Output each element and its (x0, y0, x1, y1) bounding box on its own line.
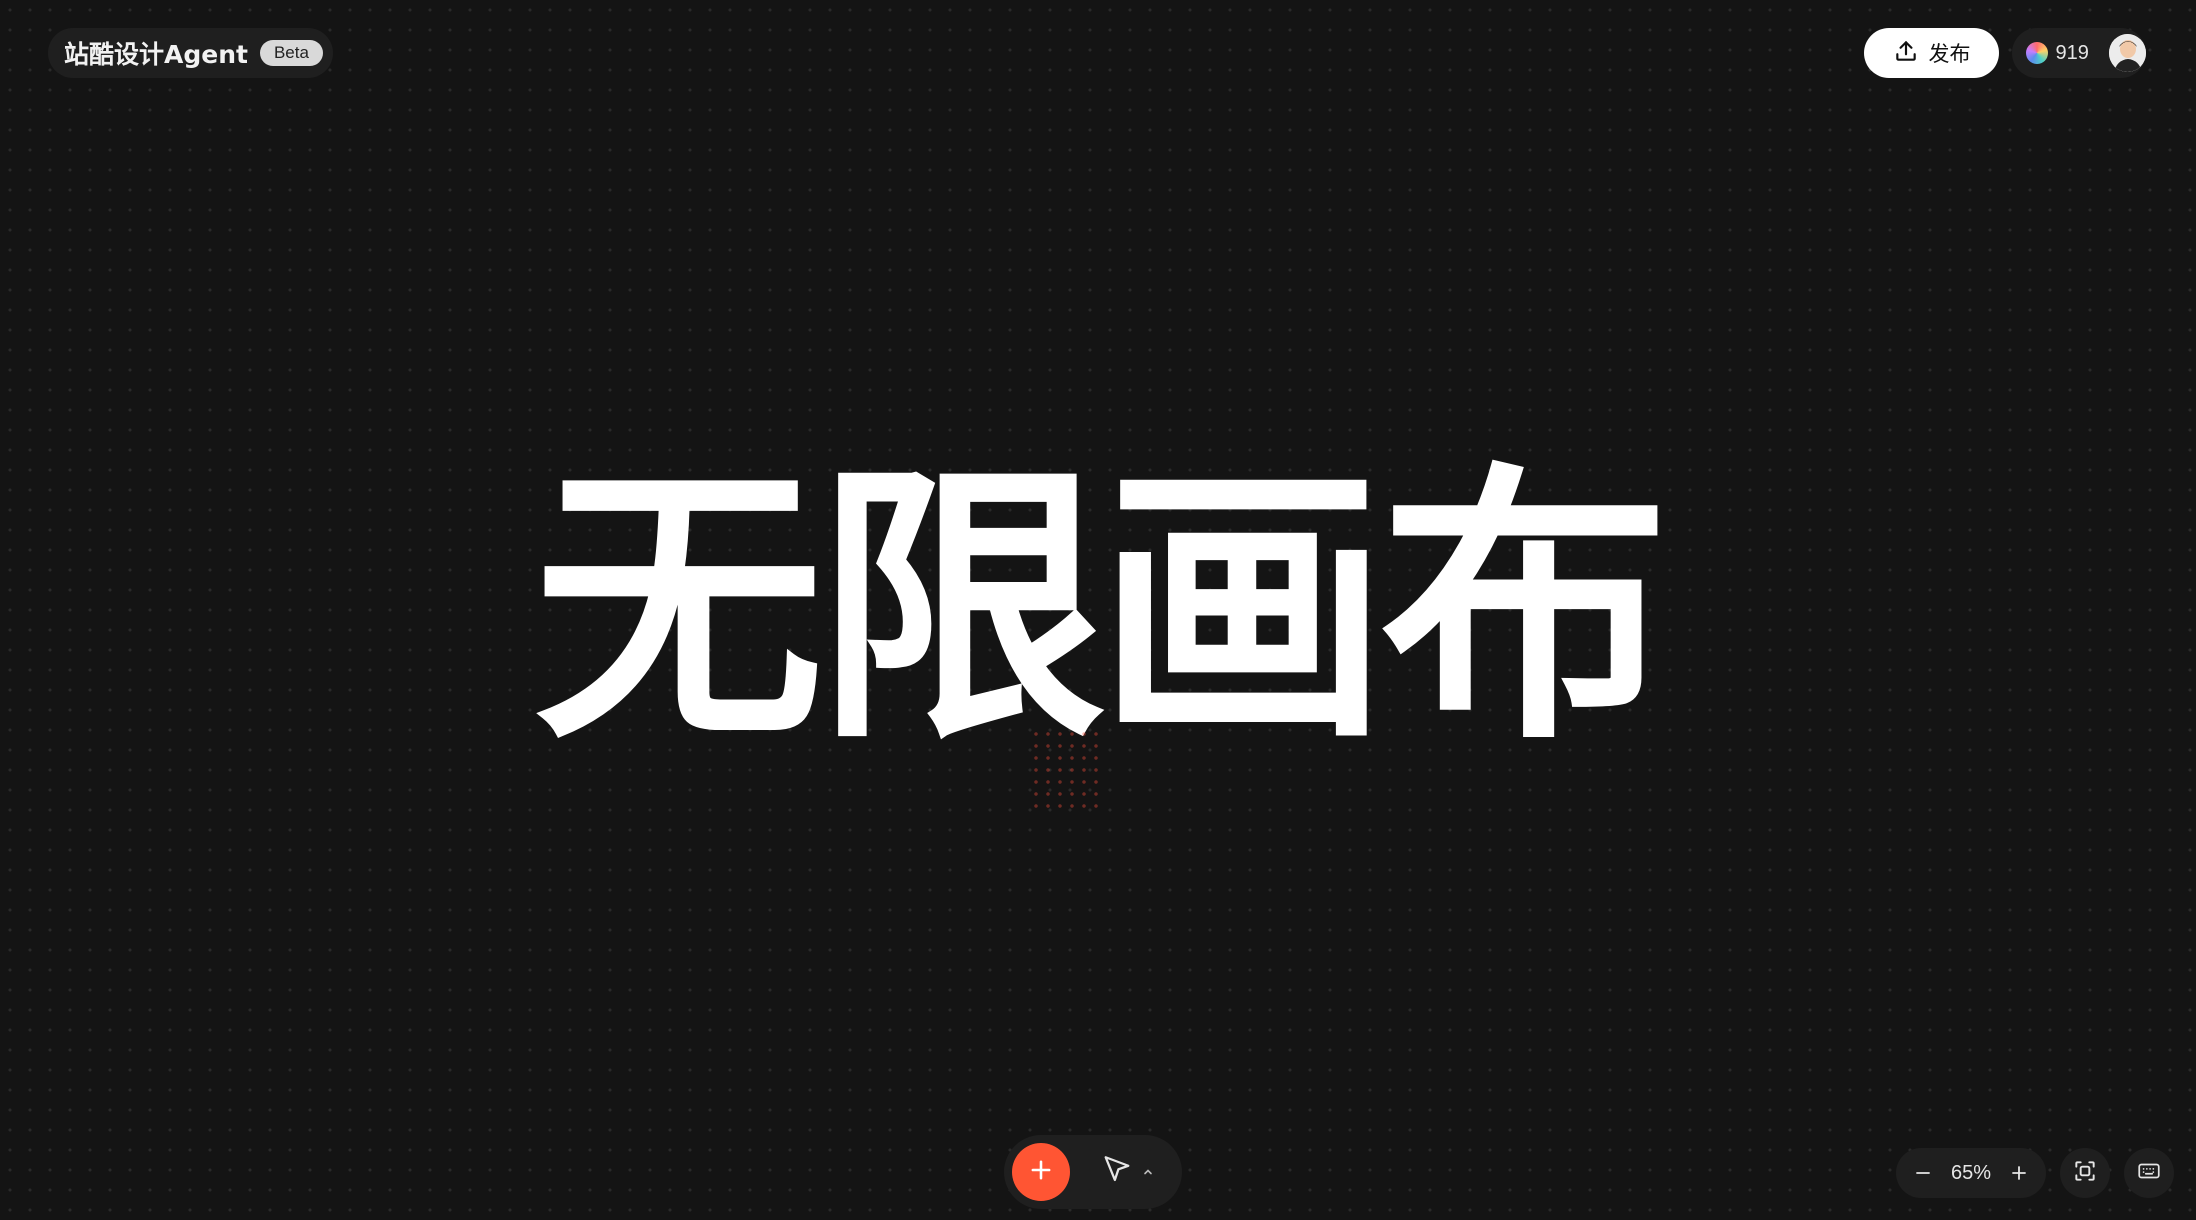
add-button[interactable] (1012, 1143, 1070, 1201)
chevron-up-icon[interactable] (1142, 1163, 1154, 1182)
fit-screen-button[interactable] (2060, 1148, 2110, 1198)
canvas-headline[interactable]: 无限画布 (0, 445, 2196, 775)
credits-pill[interactable]: 919 (2012, 28, 2146, 78)
select-tool-button[interactable] (1100, 1153, 1154, 1191)
plus-icon (1027, 1156, 1055, 1188)
keyboard-shortcuts-button[interactable] (2124, 1148, 2174, 1198)
credits-count: 919 (2055, 41, 2089, 64)
fit-screen-icon (2072, 1158, 2098, 1188)
cursor-arrow-icon (1100, 1153, 1134, 1191)
infinite-canvas[interactable]: 站酷设计Agent Beta 发布 919 无限画布 65% (0, 0, 2196, 1220)
publish-label: 发布 (1928, 42, 1971, 66)
zoom-in-button[interactable] (2008, 1162, 2030, 1184)
beta-badge: Beta (259, 40, 323, 66)
zoom-out-button[interactable] (1912, 1162, 1934, 1184)
keyboard-icon (2136, 1158, 2162, 1188)
upload-icon (1893, 38, 1919, 68)
bottom-toolbar (1004, 1135, 1182, 1209)
brand-pill[interactable]: 站酷设计Agent Beta (48, 28, 333, 78)
zoom-control: 65% (1896, 1148, 2046, 1198)
zoom-level: 65% (1950, 1161, 1992, 1184)
publish-button[interactable]: 发布 (1864, 28, 1999, 78)
user-avatar[interactable] (2108, 34, 2146, 72)
decorative-dot-cluster (1030, 728, 1100, 808)
brand-name: 站酷设计Agent (64, 40, 248, 69)
credits-coin-icon (2026, 42, 2048, 64)
